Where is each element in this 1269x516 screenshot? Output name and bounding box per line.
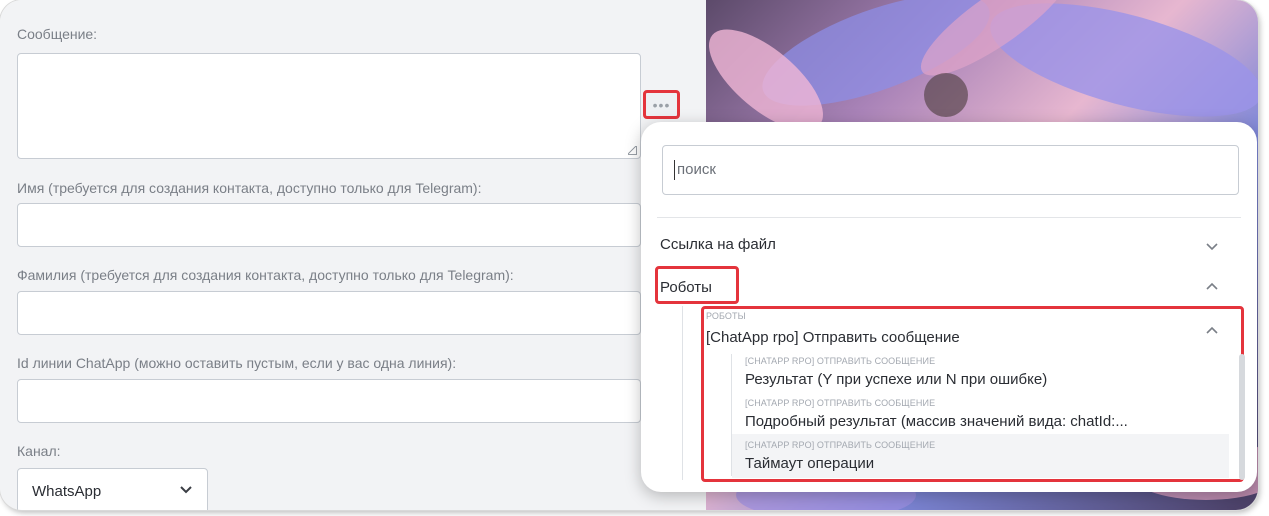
- channel-select[interactable]: WhatsApp: [17, 468, 208, 510]
- line-id-label: Id линии ChatApp (можно оставить пустым,…: [17, 355, 457, 371]
- group-file-link[interactable]: Ссылка на файл: [660, 236, 776, 253]
- chevron-down-icon[interactable]: [1204, 238, 1220, 254]
- value-picker-popup: Ссылка на файл Роботы роботы [ChatApp rp…: [641, 122, 1257, 492]
- window-frame: Сообщение: Имя (требуется для создания к…: [0, 0, 1258, 510]
- popup-scrollbar[interactable]: [1239, 354, 1245, 480]
- insert-value-button[interactable]: •••: [643, 90, 680, 119]
- divider: [657, 217, 1241, 218]
- message-textarea[interactable]: [17, 53, 641, 159]
- activity-settings-form: Сообщение: Имя (требуется для создания к…: [0, 0, 706, 510]
- tree-guide-line: [682, 306, 683, 480]
- popup-search-field[interactable]: [662, 145, 1239, 195]
- resize-handle-icon[interactable]: [628, 146, 637, 155]
- first-name-input[interactable]: [17, 203, 641, 247]
- line-id-input[interactable]: [17, 379, 641, 423]
- highlight-box-subgroup: [701, 306, 1244, 482]
- first-name-label: Имя (требуется для создания контакта, до…: [17, 180, 482, 196]
- channel-label: Канал:: [17, 443, 61, 459]
- last-name-label: Фамилия (требуется для создания контакта…: [17, 267, 514, 283]
- chevron-down-icon: [180, 486, 192, 494]
- search-input[interactable]: [675, 160, 1219, 179]
- group-robots[interactable]: Роботы: [660, 279, 712, 296]
- message-label: Сообщение:: [17, 26, 98, 42]
- channel-select-value: WhatsApp: [32, 483, 102, 500]
- chevron-up-icon[interactable]: [1204, 279, 1220, 295]
- last-name-input[interactable]: [17, 291, 641, 335]
